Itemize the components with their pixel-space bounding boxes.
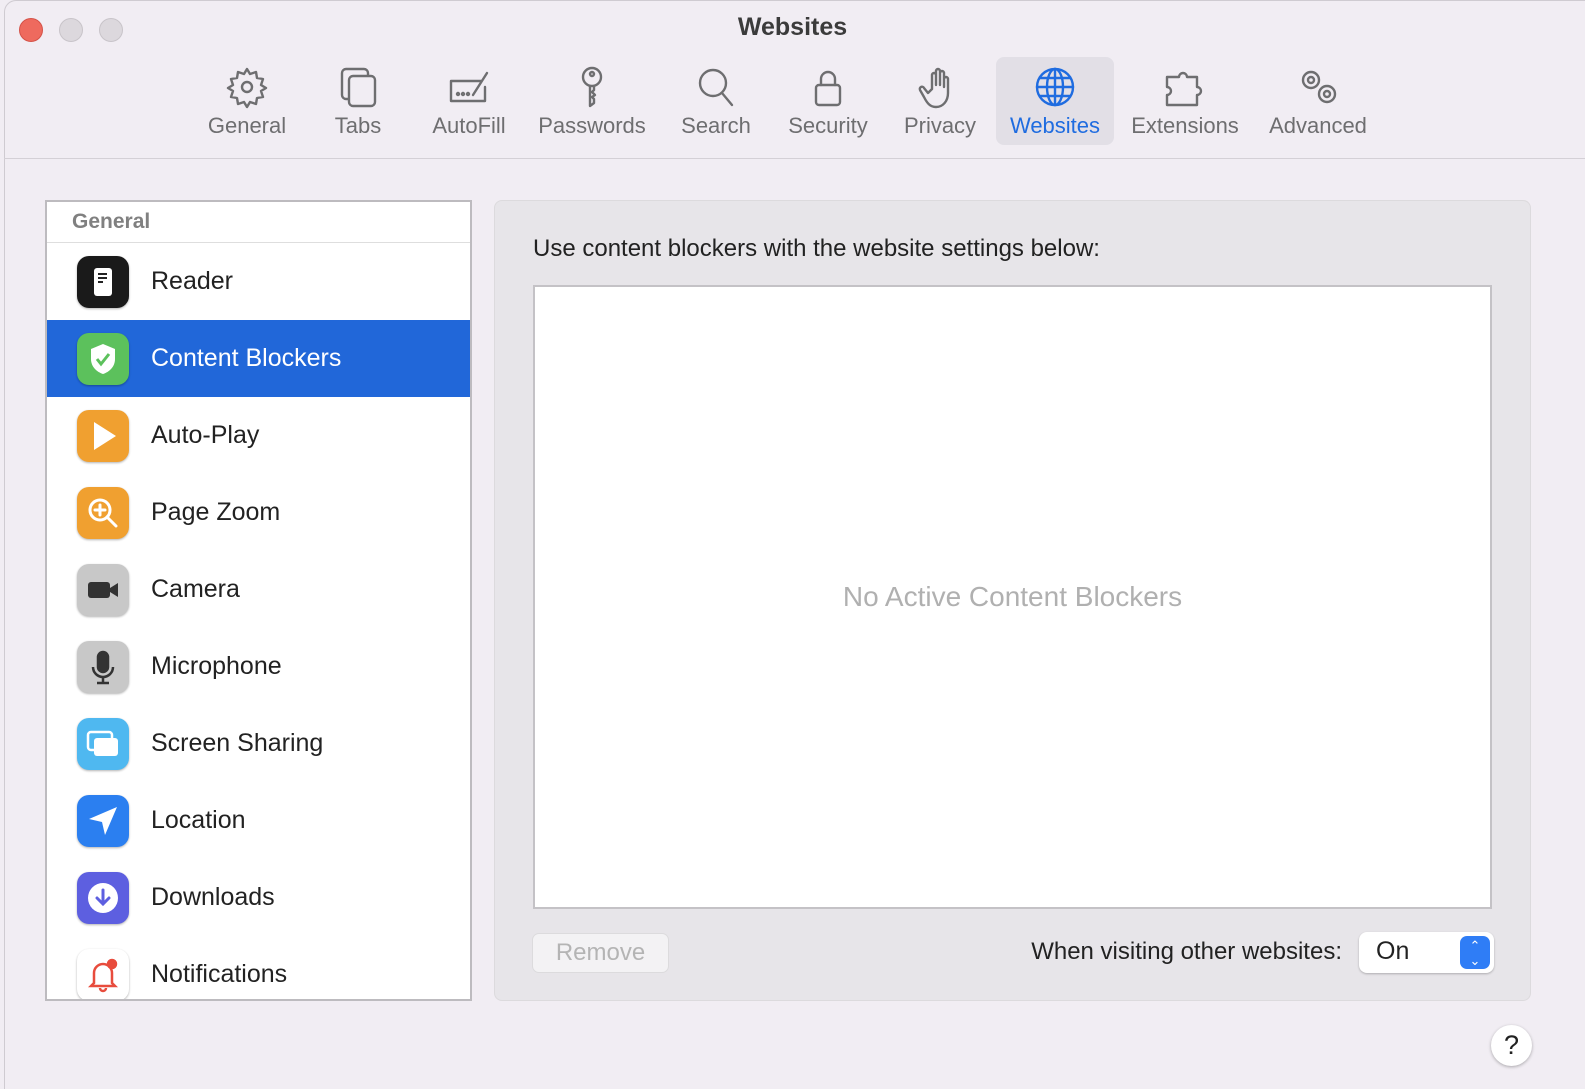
toolbar-tab-autofill[interactable]: AutoFill <box>409 57 529 145</box>
toolbar-tab-extensions[interactable]: Extensions <box>1125 57 1245 145</box>
sidebar-item-microphone[interactable]: Microphone <box>47 628 470 705</box>
download-icon <box>77 871 129 924</box>
sidebar-item-label: Microphone <box>151 652 282 680</box>
screen-sharing-icon <box>77 717 129 770</box>
autofill-icon <box>409 63 529 111</box>
sidebar: General Reader Content Blockers Auto-Play P… <box>45 200 472 1001</box>
toolbar-tab-security[interactable]: Security <box>768 57 888 145</box>
toolbar-tab-websites[interactable]: Websites <box>996 57 1114 145</box>
toolbar-tab-general[interactable]: General <box>187 57 307 145</box>
location-icon <box>77 794 129 847</box>
toolbar-tab-label: Privacy <box>903 113 977 138</box>
sidebar-item-downloads[interactable]: Downloads <box>47 859 470 936</box>
sidebar-item-label: Page Zoom <box>151 498 281 526</box>
panel-label: Use content blockers with the website se… <box>533 235 1100 262</box>
microphone-icon <box>77 640 129 693</box>
sidebar-item-reader[interactable]: Reader <box>47 243 470 320</box>
content-panel: Use content blockers with the website se… <box>494 200 1531 1001</box>
toolbar-tab-advanced[interactable]: Advanced <box>1258 57 1378 145</box>
window-title: Websites <box>737 13 848 41</box>
select-value: On <box>1376 937 1410 965</box>
toolbar-divider <box>4 158 1585 159</box>
sidebar-item-label: Reader <box>151 267 233 295</box>
toolbar-tab-label: Advanced <box>1269 113 1367 138</box>
sidebar-item-label: Screen Sharing <box>151 729 324 757</box>
toolbar-tab-label: AutoFill <box>432 113 506 138</box>
tabs-icon <box>298 63 418 111</box>
sidebar-item-label: Notifications <box>151 960 288 988</box>
help-button[interactable]: ? <box>1491 1025 1532 1066</box>
lock-icon <box>768 63 888 111</box>
other-websites-label: When visiting other websites: <box>1031 938 1342 965</box>
sidebar-item-notifications[interactable]: Notifications <box>47 936 470 999</box>
sidebar-item-auto-play[interactable]: Auto-Play <box>47 397 470 474</box>
sidebar-item-camera[interactable]: Camera <box>47 551 470 628</box>
camera-icon <box>77 563 129 616</box>
remove-button[interactable]: Remove <box>532 933 669 973</box>
reader-icon <box>77 255 129 308</box>
toolbar-tab-label: Passwords <box>538 113 646 138</box>
toolbar-tab-tabs[interactable]: Tabs <box>298 57 418 145</box>
gear-icon <box>187 63 307 111</box>
sidebar-item-label: Downloads <box>151 883 275 911</box>
chevron-up-down-icon: ⌃ ⌄ <box>1460 936 1490 969</box>
toolbar-tab-label: Security <box>788 113 868 138</box>
sidebar-item-label: Content Blockers <box>151 344 342 372</box>
toolbar-tab-passwords[interactable]: Passwords <box>532 57 652 145</box>
sidebar-item-content-blockers[interactable]: Content Blockers <box>47 320 470 397</box>
toolbar-tab-label: Extensions <box>1131 113 1239 138</box>
play-icon <box>77 409 129 462</box>
hand-icon <box>880 63 1000 111</box>
toolbar-tab-label: Tabs <box>334 113 382 138</box>
globe-icon <box>996 63 1114 111</box>
toolbar-tab-label: General <box>207 113 287 138</box>
puzzle-icon <box>1125 63 1245 111</box>
toolbar-tab-label: Websites <box>1009 113 1101 138</box>
sidebar-item-screen-sharing[interactable]: Screen Sharing <box>47 705 470 782</box>
toolbar-tab-search[interactable]: Search <box>656 57 776 145</box>
key-icon <box>532 63 652 111</box>
sidebar-item-page-zoom[interactable]: Page Zoom <box>47 474 470 551</box>
zoom-icon <box>77 486 129 539</box>
bell-icon <box>77 948 129 999</box>
sidebar-item-label: Auto-Play <box>151 421 260 449</box>
search-icon <box>656 63 776 111</box>
content-blockers-list[interactable]: No Active Content Blockers <box>533 285 1492 909</box>
toolbar-tab-label: Search <box>681 113 751 138</box>
other-websites-select[interactable]: On ⌃ ⌄ <box>1359 932 1494 973</box>
empty-state-text: No Active Content Blockers <box>842 581 1183 612</box>
sidebar-item-label: Camera <box>151 575 240 603</box>
gears-icon <box>1258 63 1378 111</box>
toolbar-tab-privacy[interactable]: Privacy <box>880 57 1000 145</box>
shield-check-icon <box>77 332 129 385</box>
sidebar-item-label: Location <box>151 806 246 834</box>
sidebar-item-location[interactable]: Location <box>47 782 470 859</box>
sidebar-header: General <box>47 202 470 243</box>
